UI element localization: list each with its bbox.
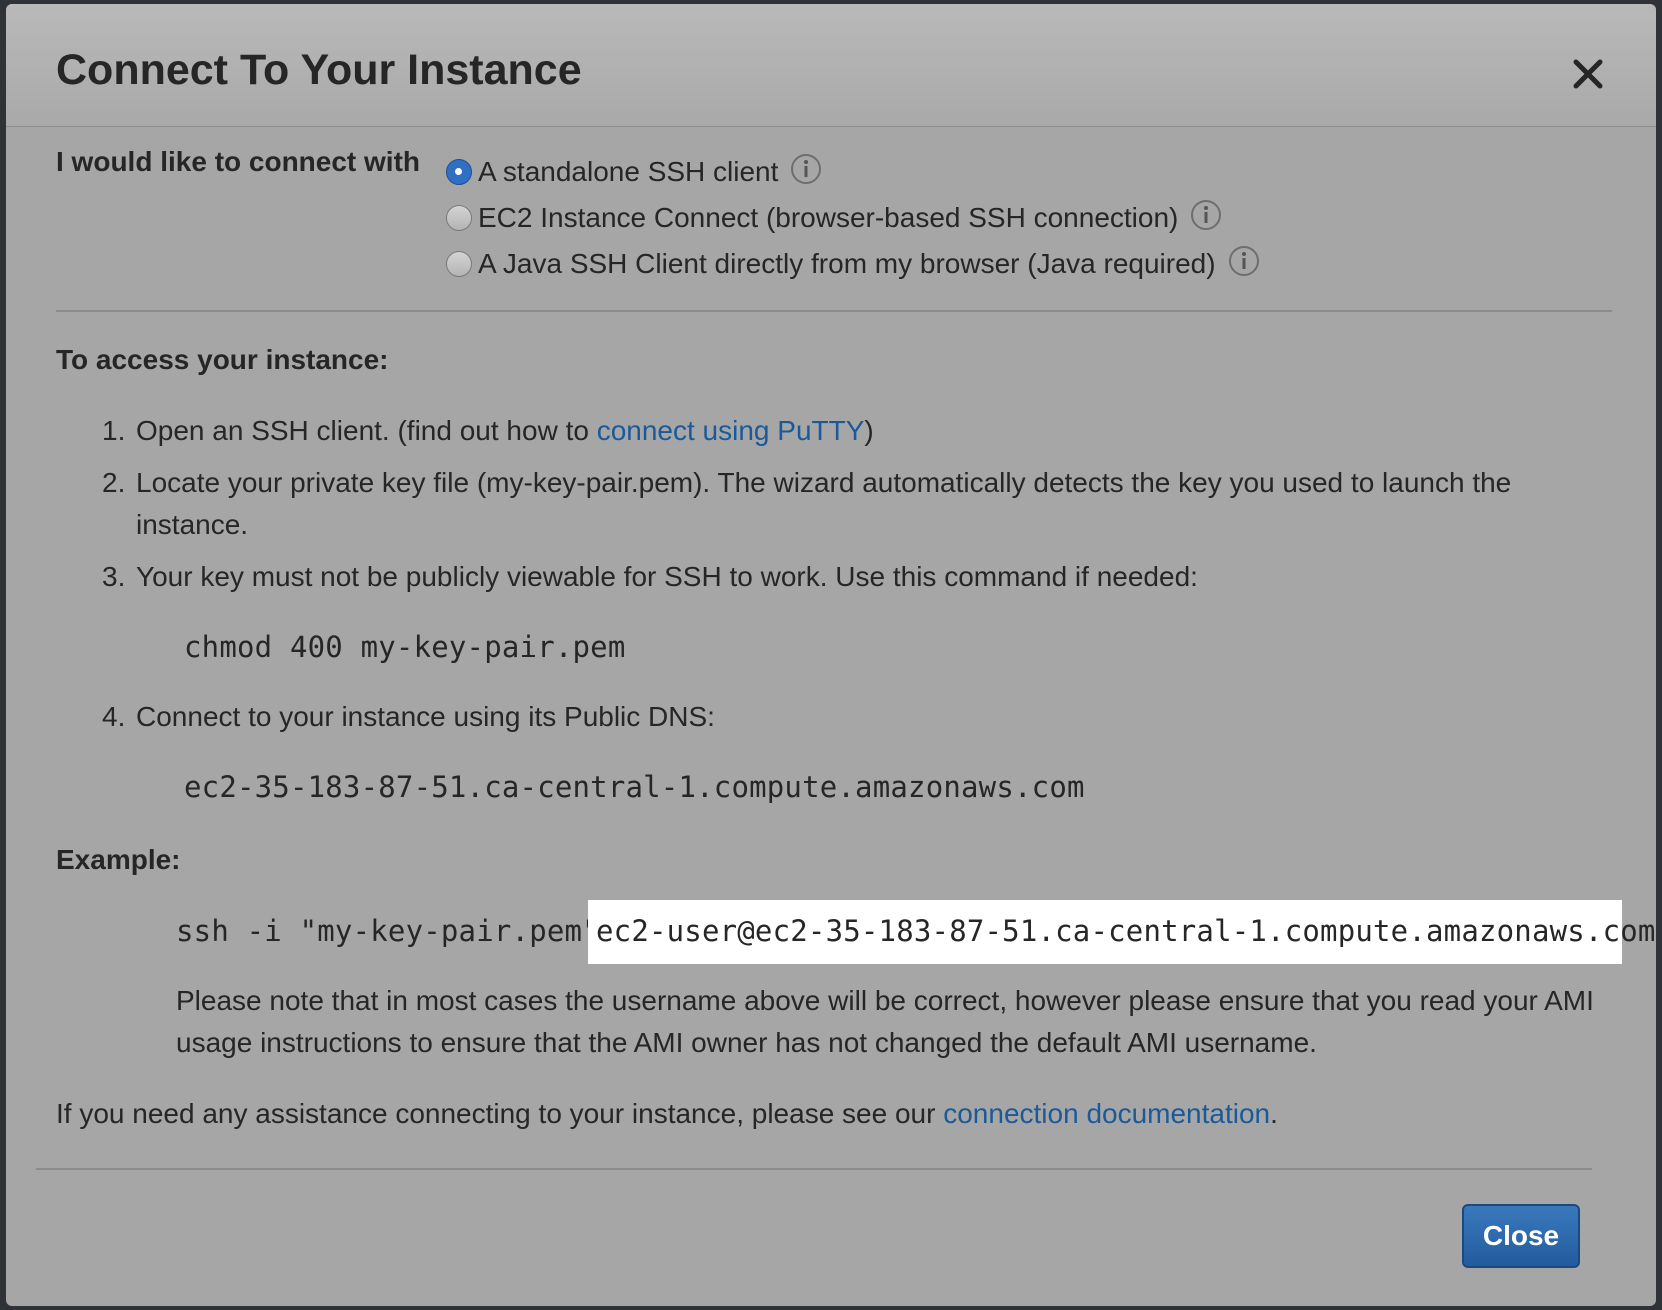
step-text: Open an SSH client. (find out how to	[136, 415, 589, 446]
assistance-text: If you need any assistance connecting to…	[56, 1098, 1278, 1130]
example-heading: Example:	[56, 844, 181, 875]
putty-link[interactable]: connect using PuTTY	[597, 415, 865, 446]
step-1: 1. Open an SSH client. (find out how to c…	[102, 410, 874, 452]
step-number: 3.	[102, 561, 126, 592]
public-dns: ec2-35-183-87-51.ca-central-1.compute.am…	[184, 770, 1085, 804]
info-icon[interactable]	[1228, 245, 1260, 277]
chmod-command: chmod 400 my-key-pair.pem	[184, 630, 626, 664]
connection-documentation-link[interactable]: connection documentation	[943, 1098, 1270, 1129]
assistance-text-body: If you need any assistance connecting to…	[56, 1098, 936, 1129]
connect-dialog: Connect To Your Instance I would like to…	[6, 4, 1656, 1306]
step-number: 1.	[102, 415, 126, 446]
step-text-after: )	[864, 415, 874, 446]
radio-option-java-client[interactable]: A Java SSH Client directly from my brows…	[446, 244, 1260, 284]
step-text: Connect to your instance using its Publi…	[136, 701, 715, 732]
dialog-title: Connect To Your Instance	[56, 46, 582, 94]
connect-with-label: I would like to connect with	[56, 146, 421, 177]
step-number: 2.	[102, 467, 126, 498]
radio-option-ssh-client[interactable]: A standalone SSH client	[446, 152, 822, 192]
footer-divider	[36, 1168, 1592, 1170]
radio-label: EC2 Instance Connect (browser-based SSH …	[478, 202, 1179, 233]
radio-button[interactable]	[446, 205, 472, 231]
radio-option-instance-connect[interactable]: EC2 Instance Connect (browser-based SSH …	[446, 198, 1222, 238]
close-button[interactable]: Close	[1462, 1204, 1580, 1268]
radio-button[interactable]	[446, 251, 472, 277]
username-note: Please note that in most cases the usern…	[176, 985, 1594, 1058]
dialog-header: Connect To Your Instance	[6, 4, 1656, 127]
radio-label: A standalone SSH client	[478, 156, 779, 187]
section-divider	[56, 310, 1612, 312]
ssh-command-prefix: ssh -i "my-key-pair.pem"	[176, 914, 600, 948]
access-heading: To access your instance:	[56, 344, 389, 375]
assistance-text-after: .	[1270, 1098, 1278, 1129]
step-2: 2. Locate your private key file (my-key-p…	[102, 462, 1582, 546]
radio-label: A Java SSH Client directly from my brows…	[478, 248, 1216, 279]
info-icon[interactable]	[1190, 199, 1222, 231]
step-text: Your key must not be publicly viewable f…	[136, 561, 1198, 592]
step-3: 3. Your key must not be publicly viewable…	[102, 556, 1198, 598]
step-text: Locate your private key file (my-key-pai…	[136, 467, 1512, 498]
radio-button-selected[interactable]	[446, 159, 472, 185]
close-icon[interactable]	[1566, 52, 1610, 96]
ssh-command-host: ec2-user@ec2-35-183-87-51.ca-central-1.c…	[596, 914, 1656, 948]
step-4: 4. Connect to your instance using its Pub…	[102, 696, 715, 738]
step-text-continued: instance.	[136, 509, 249, 540]
info-icon[interactable]	[790, 153, 822, 185]
step-number: 4.	[102, 701, 126, 732]
